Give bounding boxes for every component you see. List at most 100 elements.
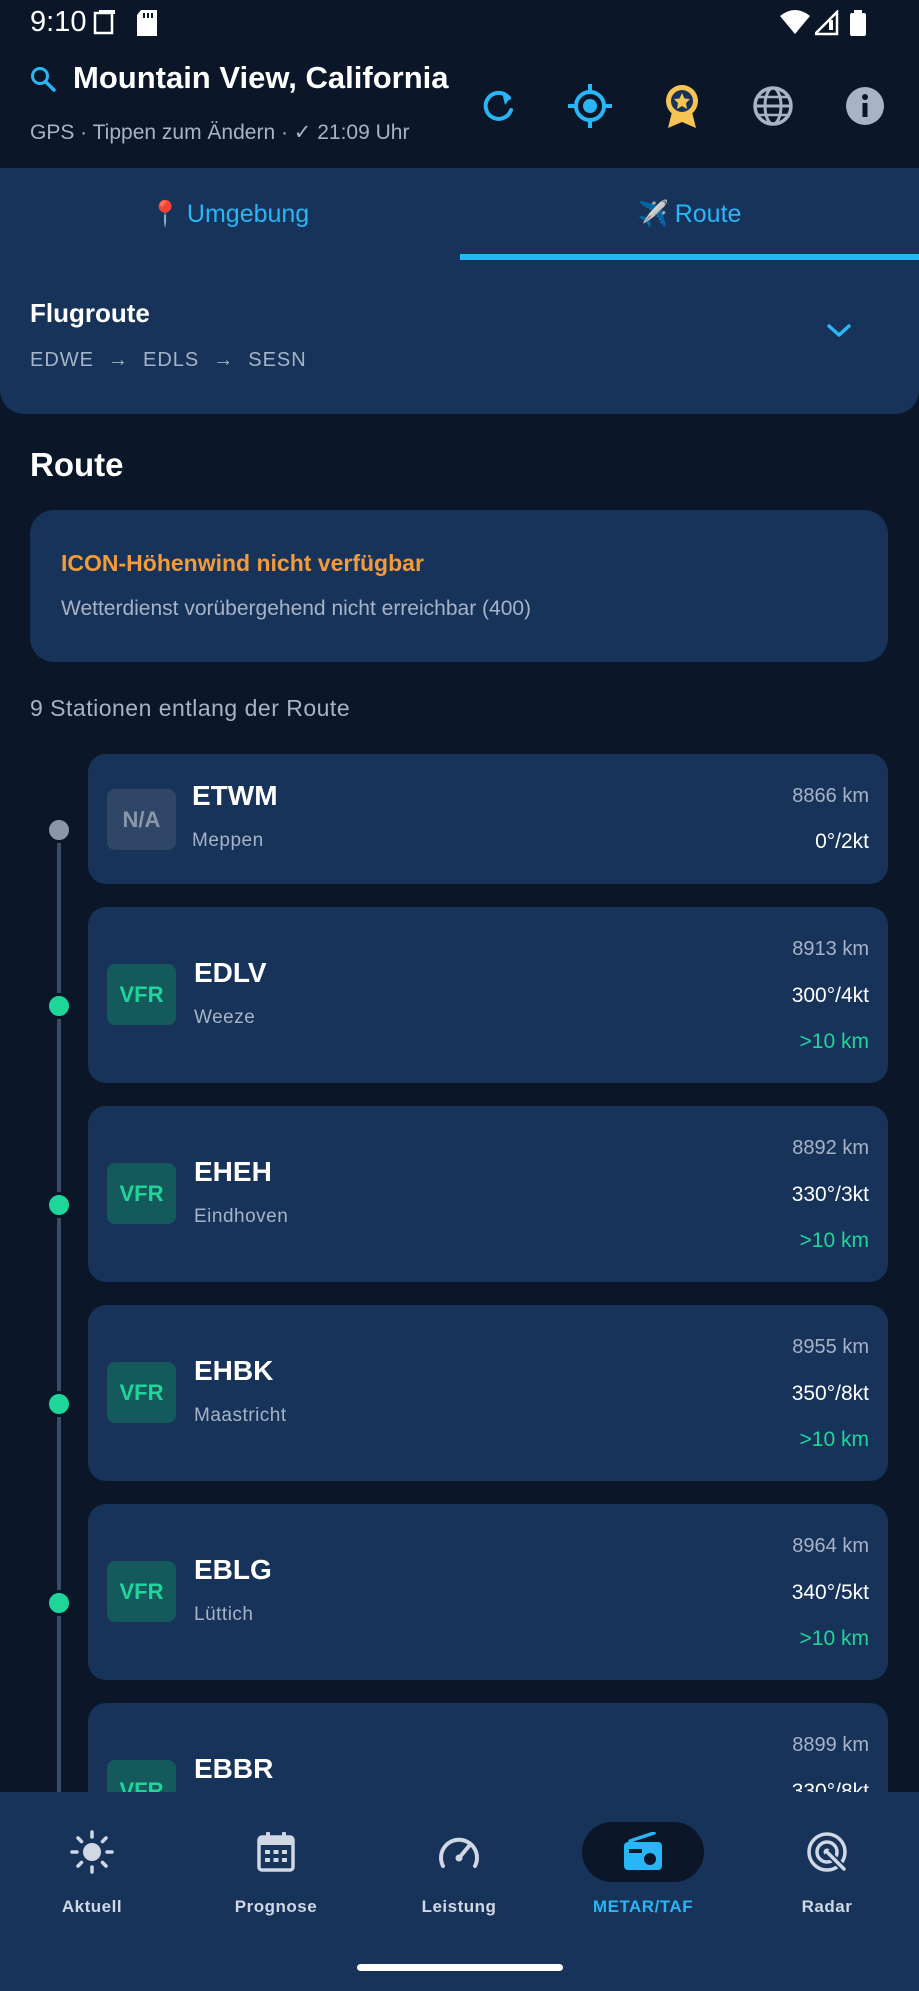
tab-label: Route <box>674 199 742 228</box>
status-bar: 9:10 <box>0 0 919 48</box>
airplane-icon: ✈️ <box>637 199 669 228</box>
station-code: EBBR <box>194 1753 274 1784</box>
tab-route[interactable]: ✈️ Route <box>460 168 919 260</box>
search-icon[interactable] <box>30 66 56 97</box>
notification-icon <box>93 10 117 41</box>
station-code: ETWM <box>192 780 278 811</box>
nav-radar[interactable]: Radar <box>735 1792 919 1932</box>
calendar-icon <box>215 1822 337 1882</box>
waypoint: EDLS <box>143 349 200 371</box>
station-distance: 8913 km <box>792 938 869 960</box>
route-arrow: → <box>213 349 235 371</box>
sun-icon <box>31 1822 153 1882</box>
location-title[interactable]: Mountain View, California <box>73 60 448 96</box>
pin-icon: 📍 <box>149 199 181 228</box>
info-icon <box>845 86 885 131</box>
station-distance: 8899 km <box>792 1734 869 1756</box>
signal-icon <box>811 8 839 41</box>
station-card[interactable]: N/A ETWM Meppen 8866 km 0°/2kt <box>88 754 888 884</box>
route-arrow: → <box>108 349 129 371</box>
station-code: EDLV <box>194 957 267 988</box>
header: Mountain View, California GPS · Tippen z… <box>0 48 919 168</box>
home-indicator[interactable] <box>357 1964 563 1971</box>
station-card[interactable]: VFR EBLG Lüttich 8964 km 340°/5kt >10 km <box>88 1504 888 1680</box>
station-distance: 8964 km <box>792 1535 869 1557</box>
locate-button[interactable] <box>562 80 618 136</box>
flight-category-badge: VFR <box>107 1362 176 1423</box>
refresh-icon <box>478 86 518 131</box>
battery-icon <box>850 10 866 41</box>
station-card[interactable]: VFR EHEH Eindhoven 8892 km 330°/3kt >10 … <box>88 1106 888 1282</box>
station-distance: 8866 km <box>792 785 869 807</box>
nav-label: METAR/TAF <box>592 1897 694 1916</box>
tab-bar: 📍 Umgebung ✈️ Route <box>0 168 919 260</box>
station-name: Eindhoven <box>194 1206 289 1227</box>
timeline-dot <box>46 1590 72 1616</box>
location-subtitle[interactable]: GPS · Tippen zum Ändern · ✓ 21:09 Uhr <box>30 120 409 145</box>
status-time: 9:10 <box>30 6 87 38</box>
station-visibility: >10 km <box>799 1627 869 1650</box>
flight-category-badge: VFR <box>107 1561 176 1622</box>
flight-category-badge: N/A <box>107 789 176 850</box>
timeline-dot <box>46 817 72 843</box>
timeline-line <box>57 830 61 1795</box>
station-distance: 8892 km <box>792 1137 869 1159</box>
station-wind: 300°/4kt <box>791 984 869 1007</box>
station-wind: 330°/3kt <box>791 1183 869 1206</box>
waypoint: EDWE <box>30 349 94 371</box>
location-source: GPS · Tippen zum Ändern · <box>30 121 288 144</box>
tab-label: Umgebung <box>186 199 310 228</box>
premium-button[interactable] <box>654 80 710 136</box>
sd-card-icon <box>137 10 157 41</box>
award-badge-icon <box>664 84 700 133</box>
refresh-button[interactable] <box>470 80 526 136</box>
station-visibility: >10 km <box>799 1030 869 1053</box>
gps-target-icon <box>568 83 612 133</box>
station-code: EHBK <box>194 1355 274 1386</box>
nav-label: Prognose <box>234 1897 318 1916</box>
station-visibility: >10 km <box>799 1428 869 1451</box>
station-name: Meppen <box>192 830 264 851</box>
chevron-down-icon[interactable] <box>826 322 852 345</box>
station-count: 9 Stationen entlang der Route <box>30 695 351 721</box>
warning-card: ICON-Höhenwind nicht verfügbar Wetterdie… <box>30 510 888 662</box>
flight-route-card[interactable]: Flugroute EDWE → EDLS → SESN <box>0 260 919 414</box>
station-visibility: >10 km <box>799 1229 869 1252</box>
flight-route-path: EDWE → EDLS → SESN <box>30 349 307 372</box>
warning-title: ICON-Höhenwind nicht verfügbar <box>61 550 424 576</box>
timeline-dot <box>46 1192 72 1218</box>
language-button[interactable] <box>745 80 801 136</box>
timeline-dot <box>46 993 72 1019</box>
flight-route-title: Flugroute <box>30 298 150 328</box>
station-code: EHEH <box>194 1156 272 1187</box>
radar-icon <box>766 1822 888 1882</box>
station-card[interactable]: VFR EHBK Maastricht 8955 km 350°/8kt >10… <box>88 1305 888 1481</box>
nav-metar-taf[interactable]: METAR/TAF <box>551 1792 735 1932</box>
last-update-time: ✓ 21:09 Uhr <box>293 121 410 144</box>
station-name: Weeze <box>194 1007 256 1028</box>
nav-label: Leistung <box>421 1897 497 1916</box>
station-wind: 0°/2kt <box>815 830 869 853</box>
nav-leistung[interactable]: Leistung <box>367 1792 551 1932</box>
nav-label: Aktuell <box>61 1897 123 1916</box>
flight-category-badge: VFR <box>107 1163 176 1224</box>
warning-text: Wetterdienst vorübergehend nicht erreich… <box>61 597 532 620</box>
waypoint: SESN <box>248 349 307 371</box>
section-title: Route <box>30 446 124 483</box>
globe-icon <box>753 85 793 131</box>
info-button[interactable] <box>837 80 893 136</box>
radio-icon <box>582 1822 704 1882</box>
station-wind: 340°/5kt <box>791 1581 869 1604</box>
station-code: EBLG <box>194 1554 272 1585</box>
station-wind: 350°/8kt <box>791 1382 869 1405</box>
station-name: Lüttich <box>194 1604 254 1625</box>
station-distance: 8955 km <box>792 1336 869 1358</box>
nav-label: Radar <box>801 1897 853 1916</box>
station-card[interactable]: VFR EDLV Weeze 8913 km 300°/4kt >10 km <box>88 907 888 1083</box>
tab-umgebung[interactable]: 📍 Umgebung <box>0 168 459 260</box>
nav-prognose[interactable]: Prognose <box>184 1792 368 1932</box>
timeline-dot <box>46 1391 72 1417</box>
nav-aktuell[interactable]: Aktuell <box>0 1792 184 1932</box>
bottom-navigation: Aktuell Prognose Leistung METAR/TAF Rada… <box>0 1792 919 1991</box>
wifi-icon <box>780 10 810 39</box>
